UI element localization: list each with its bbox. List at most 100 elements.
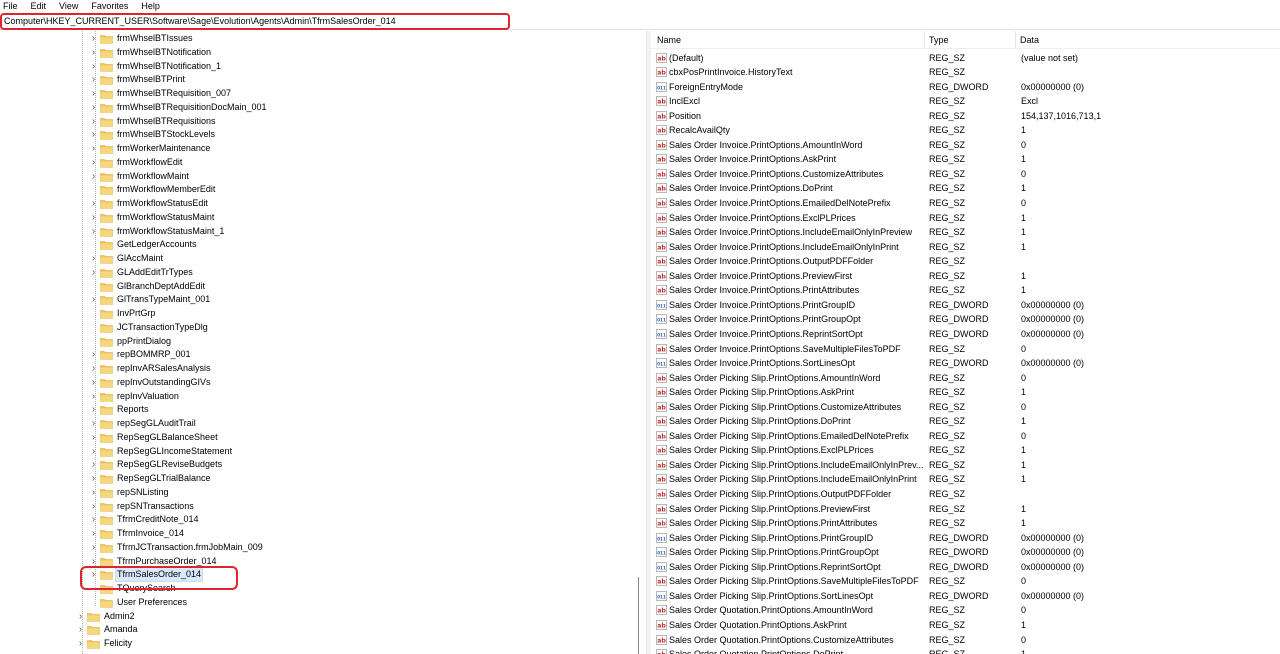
tree-item[interactable]: › RepSegGLBalanceSheet — [89, 431, 219, 444]
column-data[interactable]: Data — [1020, 35, 1039, 46]
value-row[interactable]: 011 ForeignEntryMode REG_DWORD 0x00000000 (… — [651, 80, 1280, 95]
chevron-right-icon[interactable]: › — [89, 267, 98, 278]
tree-item[interactable]: User Preferences — [89, 596, 188, 609]
tree-item-label[interactable]: User Preferences — [116, 596, 188, 609]
chevron-right-icon[interactable]: › — [89, 157, 98, 168]
tree-item-label[interactable]: ppPrintDialog — [116, 335, 172, 348]
tree-item-label[interactable]: repSNListing — [116, 486, 170, 499]
tree-item-label[interactable]: frmWorkerMaintenance — [116, 142, 211, 155]
menu-file[interactable]: File — [3, 0, 18, 12]
chevron-right-icon[interactable]: › — [89, 102, 98, 113]
tree-item-label[interactable]: InvPrtGrp — [116, 307, 157, 320]
tree-item[interactable]: › frmWhselBTRequisitionDocMain_001 — [89, 101, 268, 114]
value-row[interactable]: ab Sales Order Invoice.PrintOptions.Custo… — [651, 167, 1280, 182]
value-row[interactable]: ab Sales Order Invoice.PrintOptions.Inclu… — [651, 240, 1280, 255]
menu-edit[interactable]: Edit — [31, 0, 47, 12]
value-row[interactable]: ab Sales Order Invoice.PrintOptions.Outpu… — [651, 254, 1280, 269]
tree-item-label[interactable]: TfrmJCTransaction.frmJobMain_009 — [116, 541, 264, 554]
value-row[interactable]: abSales Order Quotation.PrintOptions.DoP… — [651, 647, 1280, 654]
chevron-right-icon[interactable]: › — [89, 501, 98, 512]
menu-help[interactable]: Help — [141, 0, 160, 12]
tree-item[interactable]: › Reports — [89, 403, 150, 416]
tree-scrollbar[interactable] — [638, 577, 639, 654]
tree-item[interactable]: ppPrintDialog — [89, 335, 172, 348]
tree-item[interactable]: › Admin2 — [76, 610, 136, 623]
chevron-right-icon[interactable]: › — [89, 391, 98, 402]
column-type[interactable]: Type — [929, 35, 949, 46]
tree-item[interactable]: › frmWorkflowStatusMaint_1 — [89, 225, 225, 238]
value-row[interactable]: 011 Sales Order Invoice.PrintOptions.Repr… — [651, 327, 1280, 342]
tree-item-label[interactable]: Reports — [116, 403, 150, 416]
chevron-right-icon[interactable]: › — [89, 33, 98, 44]
tree-item[interactable]: › TfrmInvoice_014 — [89, 527, 185, 540]
tree-item[interactable]: › repSNListing — [89, 486, 170, 499]
tree-item-label[interactable]: frmWhselBTNotification_1 — [116, 60, 222, 73]
chevron-right-icon[interactable]: › — [89, 212, 98, 223]
tree-item-label[interactable]: frmWorkflowMaint — [116, 170, 190, 183]
column-divider[interactable] — [1015, 31, 1016, 49]
chevron-right-icon[interactable]: › — [89, 514, 98, 525]
address-bar[interactable]: Computer\HKEY_CURRENT_USER\Software\Sage… — [0, 13, 1280, 30]
chevron-right-icon[interactable]: › — [89, 47, 98, 58]
tree-item[interactable]: › Amanda — [76, 623, 139, 636]
tree-item[interactable]: › repInvOutstandingGIVs — [89, 376, 212, 389]
tree-item[interactable]: › TfrmCreditNote_014 — [89, 513, 200, 526]
chevron-right-icon[interactable]: › — [89, 446, 98, 457]
tree-item-label[interactable]: GlTransTypeMaint_001 — [116, 293, 211, 306]
value-row[interactable]: ab Sales Order Invoice.PrintOptions.Amoun… — [651, 138, 1280, 153]
value-row[interactable]: ab cbxPosPrintInvoice.HistoryText REG_SZ — [651, 65, 1280, 80]
tree-item[interactable]: › RepSegGLReviseBudgets — [89, 458, 223, 471]
tree-item-label[interactable]: repBOMMRP_001 — [116, 348, 192, 361]
tree-item[interactable]: › frmWhselBTRequisition_007 — [89, 87, 232, 100]
tree-item-label[interactable]: frmWorkflowStatusEdit — [116, 197, 209, 210]
tree-item-label[interactable]: RepSegGLReviseBudgets — [116, 458, 223, 471]
chevron-right-icon[interactable]: › — [89, 404, 98, 415]
value-row[interactable]: ab Sales Order Invoice.PrintOptions.AskPr… — [651, 152, 1280, 167]
chevron-right-icon[interactable]: › — [89, 294, 98, 305]
tree-item-label[interactable]: repInvOutstandingGIVs — [116, 376, 212, 389]
tree-item-label[interactable]: frmWhselBTPrint — [116, 73, 186, 86]
value-row[interactable]: ab Sales Order Picking Slip.PrintOptions.… — [651, 371, 1280, 386]
chevron-right-icon[interactable]: › — [89, 556, 98, 567]
value-row[interactable]: ab Sales Order Quotation.PrintOptions.Ask… — [651, 618, 1280, 633]
tree-item-label[interactable]: RepSegGLIncomeStatement — [116, 445, 233, 458]
chevron-right-icon[interactable]: › — [89, 363, 98, 374]
value-row[interactable]: ab Sales Order Invoice.PrintOptions.DoPri… — [651, 181, 1280, 196]
tree-item[interactable]: GlBranchDeptAddEdit — [89, 280, 206, 293]
value-row[interactable]: ab Sales Order Picking Slip.PrintOptions.… — [651, 516, 1280, 531]
chevron-right-icon[interactable]: › — [76, 624, 85, 635]
tree-item-label[interactable]: RepSegGLBalanceSheet — [116, 431, 219, 444]
tree-item-label[interactable]: GlBranchDeptAddEdit — [116, 280, 206, 293]
tree-item[interactable]: › frmWorkerMaintenance — [89, 142, 211, 155]
value-row[interactable]: ab Sales Order Picking Slip.PrintOptions.… — [651, 400, 1280, 415]
value-row[interactable]: ab (Default) REG_SZ (value not set) — [651, 51, 1280, 66]
tree-item[interactable]: › frmWhselBTNotification — [89, 46, 212, 59]
value-row[interactable]: ab RecalcAvailQty REG_SZ 1 — [651, 123, 1280, 138]
tree-item[interactable]: › repInvValuation — [89, 390, 180, 403]
value-row[interactable]: ab Sales Order Picking Slip.PrintOptions.… — [651, 385, 1280, 400]
value-row[interactable]: ab Sales Order Invoice.PrintOptions.Inclu… — [651, 225, 1280, 240]
value-row[interactable]: ab Sales Order Quotation.PrintOptions.Cus… — [651, 633, 1280, 648]
tree-item-label[interactable]: GetLedgerAccounts — [116, 238, 198, 251]
value-row[interactable]: 011 Sales Order Invoice.PrintOptions.Sort… — [651, 356, 1280, 371]
tree-item[interactable]: › frmWorkflowStatusMaint — [89, 211, 215, 224]
tree-item-label[interactable]: frmWhselBTRequisition_007 — [116, 87, 232, 100]
value-row[interactable]: 011 Sales Order Picking Slip.PrintOptions… — [651, 560, 1280, 575]
tree-item[interactable]: frmWorkflowMemberEdit — [89, 183, 216, 196]
tree-item[interactable]: JCTransactionTypeDlg — [89, 321, 209, 334]
tree-item[interactable]: › frmWhselBTRequisitions — [89, 115, 217, 128]
value-row[interactable]: ab Sales Order Invoice.PrintOptions.SaveM… — [651, 342, 1280, 357]
column-divider[interactable] — [924, 31, 925, 49]
tree-item[interactable]: › GLAddEditTrTypes — [89, 266, 194, 279]
value-row[interactable]: 011 Sales Order Picking Slip.PrintOptions… — [651, 531, 1280, 546]
tree-item[interactable]: › frmWhselBTIssues — [89, 32, 194, 45]
tree-item[interactable]: › repSNTransactions — [89, 500, 195, 513]
tree-item[interactable]: › GlTransTypeMaint_001 — [89, 293, 211, 306]
tree-item-label[interactable]: repSegGLAuditTrail — [116, 417, 197, 430]
value-row[interactable]: ab Sales Order Picking Slip.PrintOptions.… — [651, 502, 1280, 517]
value-row[interactable]: ab Sales Order Picking Slip.PrintOptions.… — [651, 443, 1280, 458]
tree-item-label[interactable]: frmWorkflowStatusMaint_1 — [116, 225, 225, 238]
chevron-right-icon[interactable]: › — [89, 198, 98, 209]
tree-item[interactable]: › frmWhselBTNotification_1 — [89, 60, 222, 73]
tree-item-label[interactable]: frmWorkflowStatusMaint — [116, 211, 215, 224]
